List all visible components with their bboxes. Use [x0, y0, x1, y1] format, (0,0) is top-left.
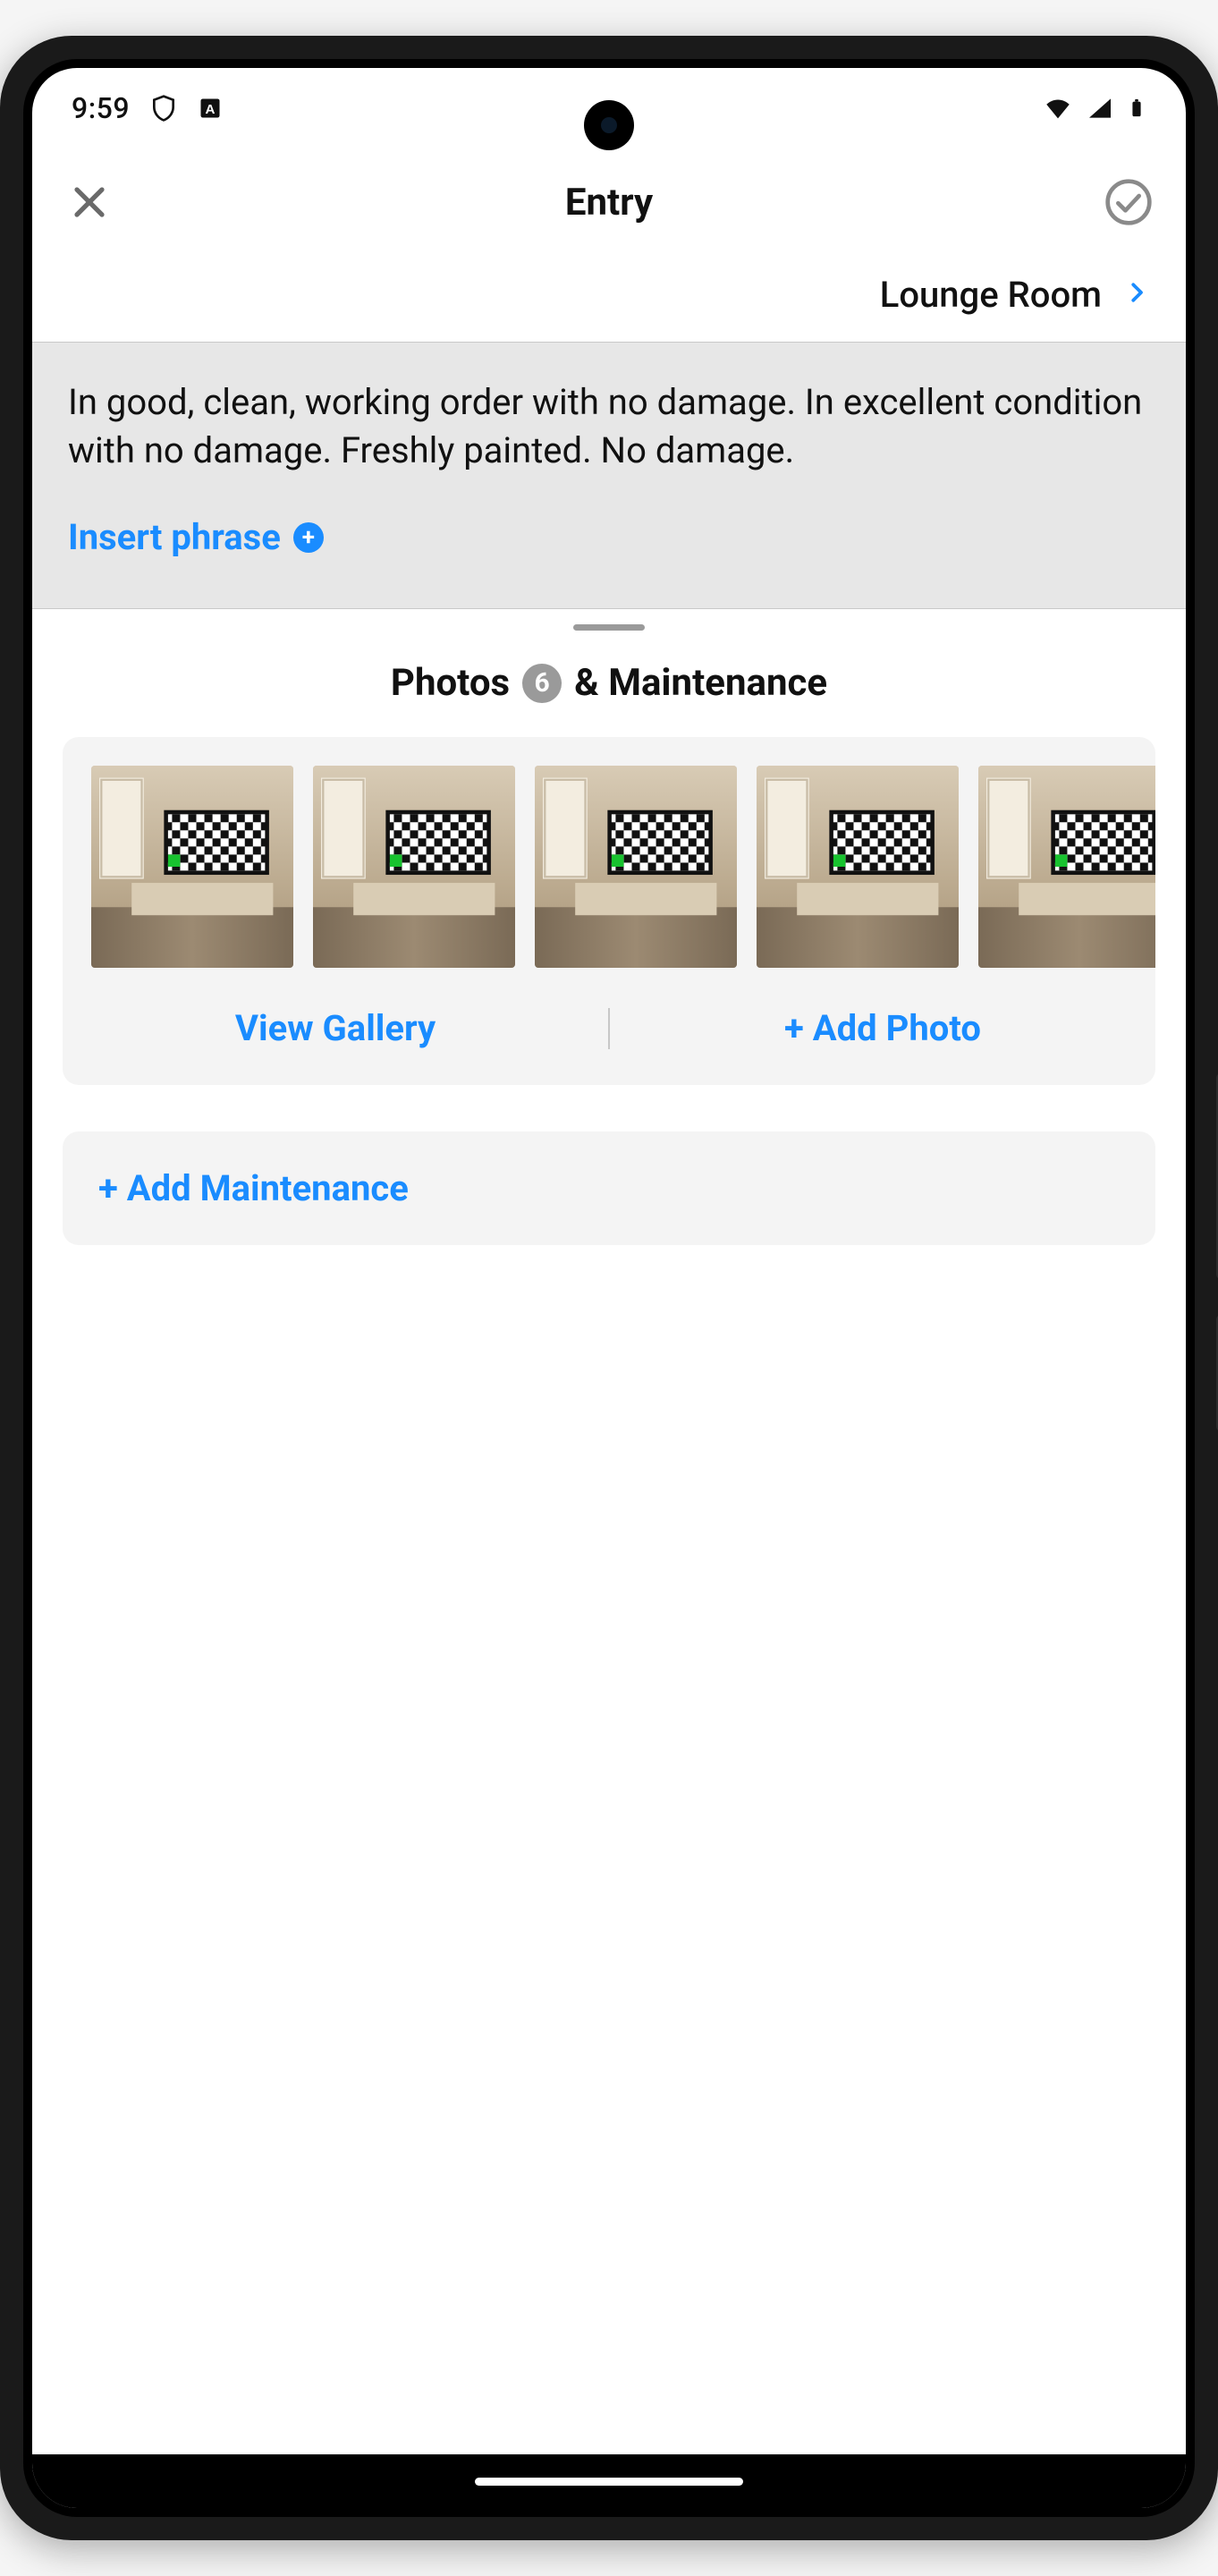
front-camera [584, 100, 634, 150]
phone-frame: 9:59 A [0, 36, 1218, 2540]
page-title: Entry [114, 181, 1104, 225]
photos-header-suffix: & Maintenance [574, 661, 827, 705]
gallery-card: View Gallery + Add Photo [63, 737, 1155, 1085]
photo-thumbnail[interactable] [313, 766, 515, 968]
status-time: 9:59 [72, 91, 130, 125]
chevron-right-icon [1123, 279, 1150, 309]
insert-phrase-label: Insert phrase [68, 516, 281, 558]
shield-icon [149, 94, 178, 123]
confirm-button[interactable] [1104, 177, 1154, 227]
add-maintenance-button[interactable]: + Add Maintenance [98, 1167, 1120, 1209]
next-room-label: Lounge Room [880, 274, 1102, 316]
photo-thumbnail[interactable] [91, 766, 293, 968]
room-navigator[interactable]: Lounge Room [32, 256, 1186, 342]
svg-text:A: A [206, 102, 216, 117]
photo-thumbnails[interactable] [63, 766, 1155, 968]
maintenance-card: + Add Maintenance [63, 1131, 1155, 1245]
check-circle-icon [1104, 175, 1154, 229]
photo-thumbnail[interactable] [757, 766, 959, 968]
close-button[interactable] [64, 177, 114, 227]
photos-count-badge: 6 [522, 664, 562, 703]
app-bar: Entry [32, 148, 1186, 256]
battery-icon [1127, 93, 1146, 123]
photo-thumbnail[interactable] [978, 766, 1155, 968]
close-icon [68, 181, 111, 224]
description-text[interactable]: In good, clean, working order with no da… [68, 378, 1150, 475]
photos-header-prefix: Photos [391, 661, 510, 705]
app-badge-icon: A [198, 96, 223, 121]
add-photo-button[interactable]: + Add Photo [610, 995, 1155, 1062]
photos-maintenance-header: Photos 6 & Maintenance [32, 645, 1186, 737]
wifi-icon [1043, 93, 1073, 123]
gesture-nav-bar [475, 2478, 743, 2486]
plus-circle-icon: + [293, 522, 324, 553]
photo-thumbnail[interactable] [535, 766, 737, 968]
description-card: In good, clean, working order with no da… [32, 342, 1186, 609]
view-gallery-button[interactable]: View Gallery [63, 995, 608, 1062]
section-drag-handle[interactable] [32, 609, 1186, 645]
gesture-nav-area[interactable] [32, 2454, 1186, 2508]
insert-phrase-button[interactable]: Insert phrase + [68, 516, 1150, 558]
cellular-signal-icon [1086, 94, 1114, 123]
